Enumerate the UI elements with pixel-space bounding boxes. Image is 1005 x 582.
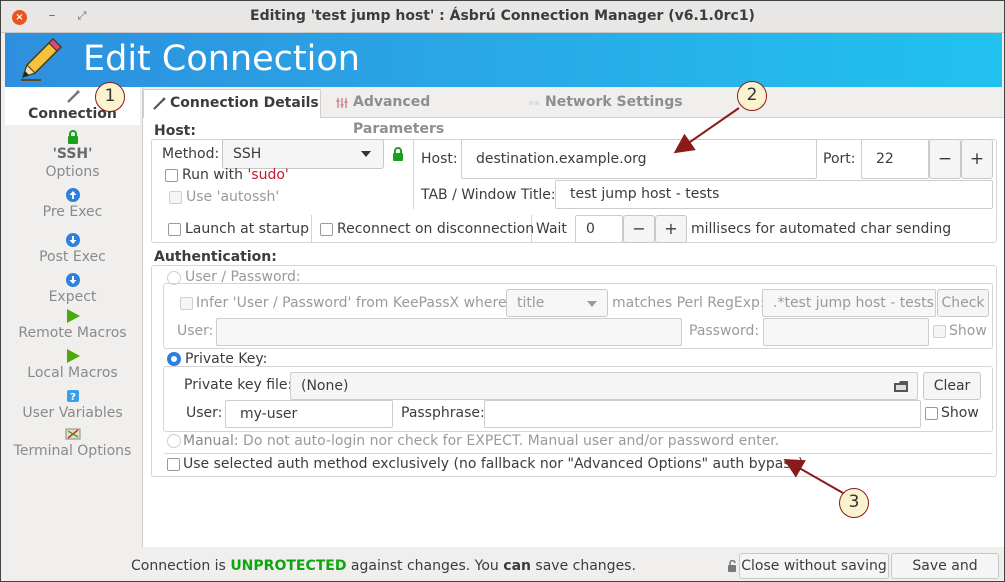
annotation-arrow-3 xyxy=(783,459,844,494)
callout-1: 1 xyxy=(95,82,125,112)
callout-3: 3 xyxy=(839,488,869,518)
app-window: × – ⤢ Editing 'test jump host' : Ásbrú C… xyxy=(0,0,1005,582)
annotation-arrow-2 xyxy=(673,107,740,154)
callout-2: 2 xyxy=(737,81,767,111)
